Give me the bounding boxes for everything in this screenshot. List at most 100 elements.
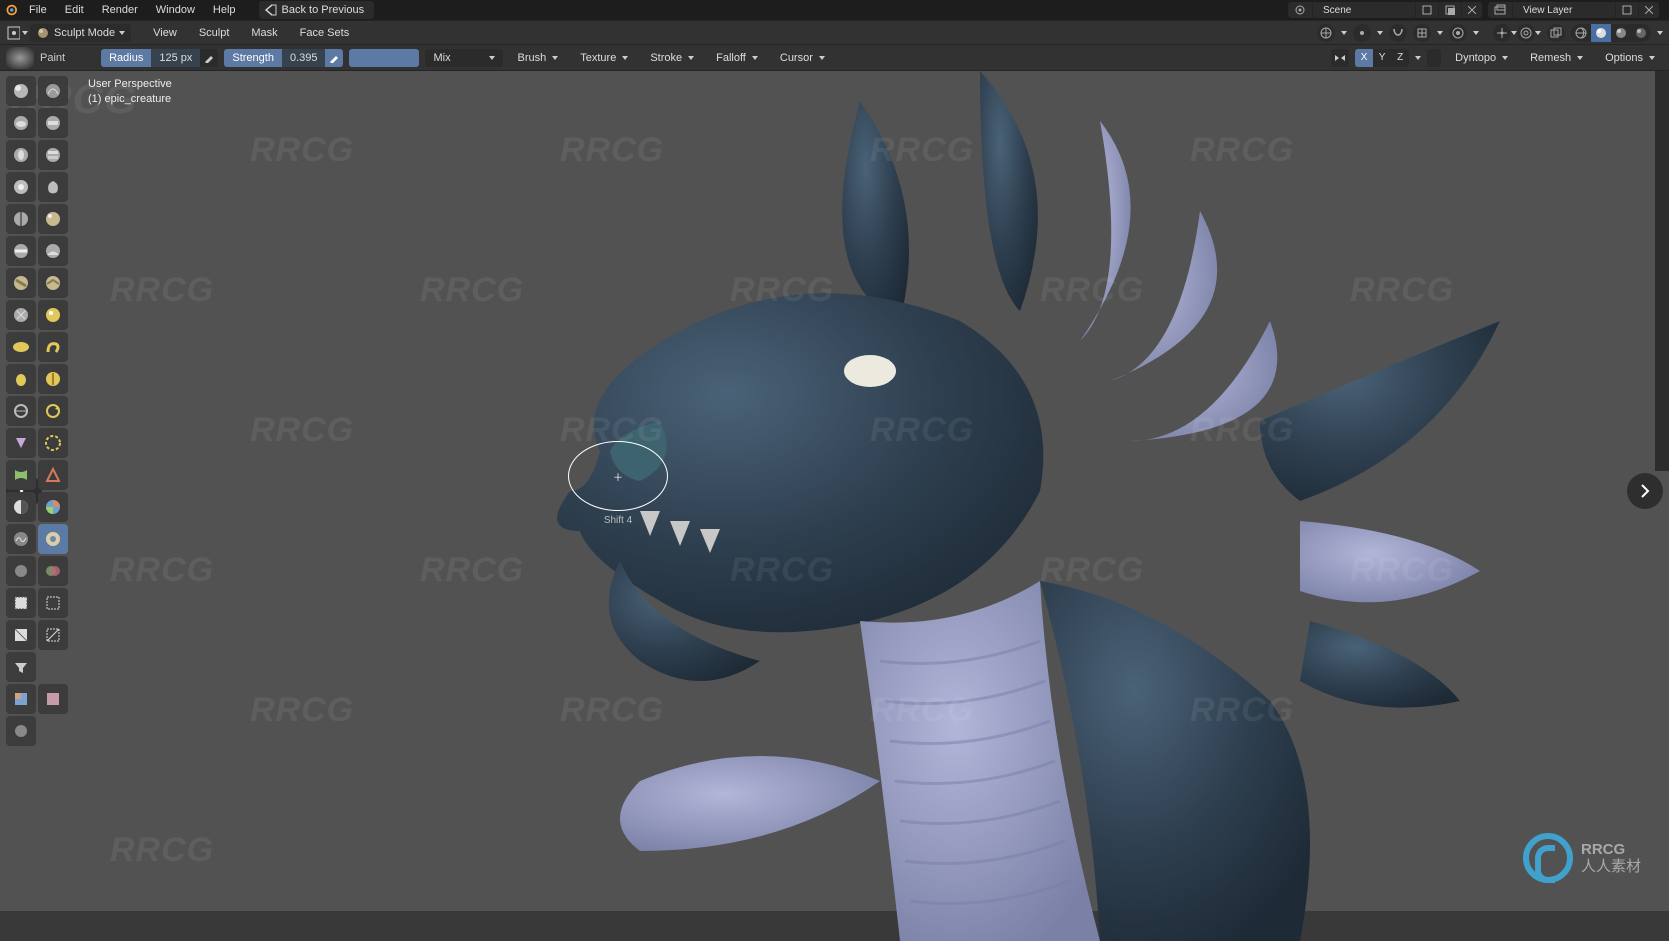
- menu-view[interactable]: View: [143, 27, 187, 39]
- show-gizmo-toggle[interactable]: [1493, 24, 1511, 42]
- menu-window[interactable]: Window: [147, 4, 204, 16]
- brush-shortcut-hint: Shift 4: [604, 515, 632, 526]
- viewlayer-name-field[interactable]: [1519, 5, 1609, 16]
- gallery-next-button[interactable]: [1627, 473, 1663, 509]
- tool-simplify[interactable]: [38, 460, 68, 490]
- tool-grab[interactable]: [38, 300, 68, 330]
- top-menu-bar: File Edit Render Window Help Back to Pre…: [0, 0, 1669, 20]
- proportional-edit-toggle[interactable]: [1449, 24, 1467, 42]
- radius-value[interactable]: 125 px: [151, 49, 200, 67]
- solid-shading-icon[interactable]: [1591, 24, 1611, 42]
- viewport-3d[interactable]: User Perspective (1) epic_creature: [0, 71, 1669, 911]
- tool-pinch[interactable]: [6, 300, 36, 330]
- viewlayer-delete-icon[interactable]: [1639, 2, 1659, 18]
- matprev-shading-icon[interactable]: [1611, 24, 1631, 42]
- wireframe-shading-icon[interactable]: [1571, 24, 1591, 42]
- tool-edit-faceset[interactable]: [6, 684, 36, 714]
- tool-fill[interactable]: [38, 236, 68, 266]
- menu-edit[interactable]: Edit: [56, 4, 93, 16]
- strength-slider[interactable]: Strength 0.395: [224, 49, 343, 67]
- strength-value[interactable]: 0.395: [282, 49, 326, 67]
- mode-dropdown[interactable]: Sculpt Mode: [30, 24, 131, 42]
- menu-facesets[interactable]: Face Sets: [290, 27, 360, 39]
- watermark: RRCG: [250, 411, 354, 450]
- tool-mesh-filter[interactable]: [6, 652, 36, 682]
- tool-multiplane[interactable]: [38, 268, 68, 298]
- remesh-dropdown[interactable]: Remesh: [1522, 49, 1591, 67]
- tool-slide-relax[interactable]: [6, 428, 36, 458]
- tool-boundary[interactable]: [38, 428, 68, 458]
- editor-header: Sculpt Mode View Sculpt Mask Face Sets: [0, 20, 1669, 45]
- menu-help[interactable]: Help: [204, 4, 245, 16]
- snap-type-dropdown[interactable]: [1413, 24, 1431, 42]
- tool-box-hide[interactable]: [38, 588, 68, 618]
- back-to-previous-label: Back to Previous: [282, 4, 365, 16]
- viewlayer-new-icon[interactable]: [1616, 2, 1639, 18]
- scene-delete-icon[interactable]: [1462, 2, 1482, 18]
- watermark: RRCG: [110, 831, 214, 870]
- tool-flatten[interactable]: [6, 236, 36, 266]
- editor-type-icon[interactable]: [6, 22, 28, 44]
- tool-thumb[interactable]: [6, 364, 36, 394]
- blender-logo-icon[interactable]: [0, 0, 20, 20]
- tool-box-mask[interactable]: [6, 588, 36, 618]
- tool-mask-by-color[interactable]: [38, 684, 68, 714]
- options-dropdown[interactable]: Options: [1597, 49, 1663, 67]
- tool-cloth[interactable]: [6, 460, 36, 490]
- tool-layer[interactable]: [38, 140, 68, 170]
- shading-mode-switch[interactable]: [1571, 24, 1651, 42]
- tool-smear[interactable]: [6, 556, 36, 586]
- tool-mask[interactable]: [6, 492, 36, 522]
- tool-scrape[interactable]: [6, 268, 36, 298]
- tool-draw-sharp[interactable]: [38, 76, 68, 106]
- brush-thumbnail[interactable]: [6, 47, 34, 69]
- scene-new-icon[interactable]: [1439, 2, 1462, 18]
- tool-rotate[interactable]: [38, 396, 68, 426]
- radius-pressure-toggle[interactable]: [200, 49, 218, 67]
- tool-paint[interactable]: [38, 524, 68, 554]
- tool-smooth[interactable]: [38, 204, 68, 234]
- scene-browse-icon[interactable]: [1416, 2, 1439, 18]
- orientation-dropdown[interactable]: [1317, 24, 1335, 42]
- tool-cloth-filter[interactable]: [6, 716, 36, 746]
- brush-cursor: Shift 4: [568, 441, 668, 511]
- menu-sculpt[interactable]: Sculpt: [189, 27, 240, 39]
- menu-mask[interactable]: Mask: [241, 27, 287, 39]
- pivot-dropdown[interactable]: [1353, 24, 1371, 42]
- tool-multires-disp[interactable]: [6, 524, 36, 554]
- show-overlays-toggle[interactable]: [1517, 24, 1535, 42]
- menu-render[interactable]: Render: [93, 4, 147, 16]
- tool-crease[interactable]: [6, 204, 36, 234]
- tool-draw-facesets[interactable]: [38, 492, 68, 522]
- tool-draw[interactable]: [6, 76, 36, 106]
- back-to-previous-button[interactable]: Back to Previous: [259, 1, 375, 19]
- tool-color-filter[interactable]: [38, 556, 68, 586]
- pen-pressure-icon: [329, 53, 339, 63]
- tool-pose[interactable]: [38, 364, 68, 394]
- tool-clay-thumb[interactable]: [6, 140, 36, 170]
- sculpt-mesh-creature[interactable]: [340, 61, 1520, 941]
- snap-toggle[interactable]: [1389, 24, 1407, 42]
- xray-toggle[interactable]: [1547, 24, 1565, 42]
- tool-clay[interactable]: [6, 108, 36, 138]
- sculpt-toolbar: [6, 76, 68, 746]
- options-label: Options: [1605, 52, 1643, 64]
- watermark: RRCG: [250, 131, 354, 170]
- radius-slider[interactable]: Radius 125 px: [101, 49, 218, 67]
- tool-line-project[interactable]: [38, 620, 68, 650]
- rendered-shading-icon[interactable]: [1631, 24, 1651, 42]
- tool-clay-strips[interactable]: [38, 108, 68, 138]
- viewlayer-selector[interactable]: [1488, 2, 1659, 18]
- scene-selector[interactable]: [1288, 2, 1482, 18]
- menu-file[interactable]: File: [20, 4, 56, 16]
- watermark: RRCG: [250, 691, 354, 730]
- n-panel-collapsed[interactable]: [1655, 71, 1669, 471]
- tool-elastic[interactable]: [6, 332, 36, 362]
- scene-name-field[interactable]: [1319, 5, 1409, 16]
- perspective-label: User Perspective: [88, 77, 172, 92]
- tool-inflate[interactable]: [6, 172, 36, 202]
- tool-snakehook[interactable]: [38, 332, 68, 362]
- tool-nudge[interactable]: [6, 396, 36, 426]
- tool-blob[interactable]: [38, 172, 68, 202]
- tool-box-trim[interactable]: [6, 620, 36, 650]
